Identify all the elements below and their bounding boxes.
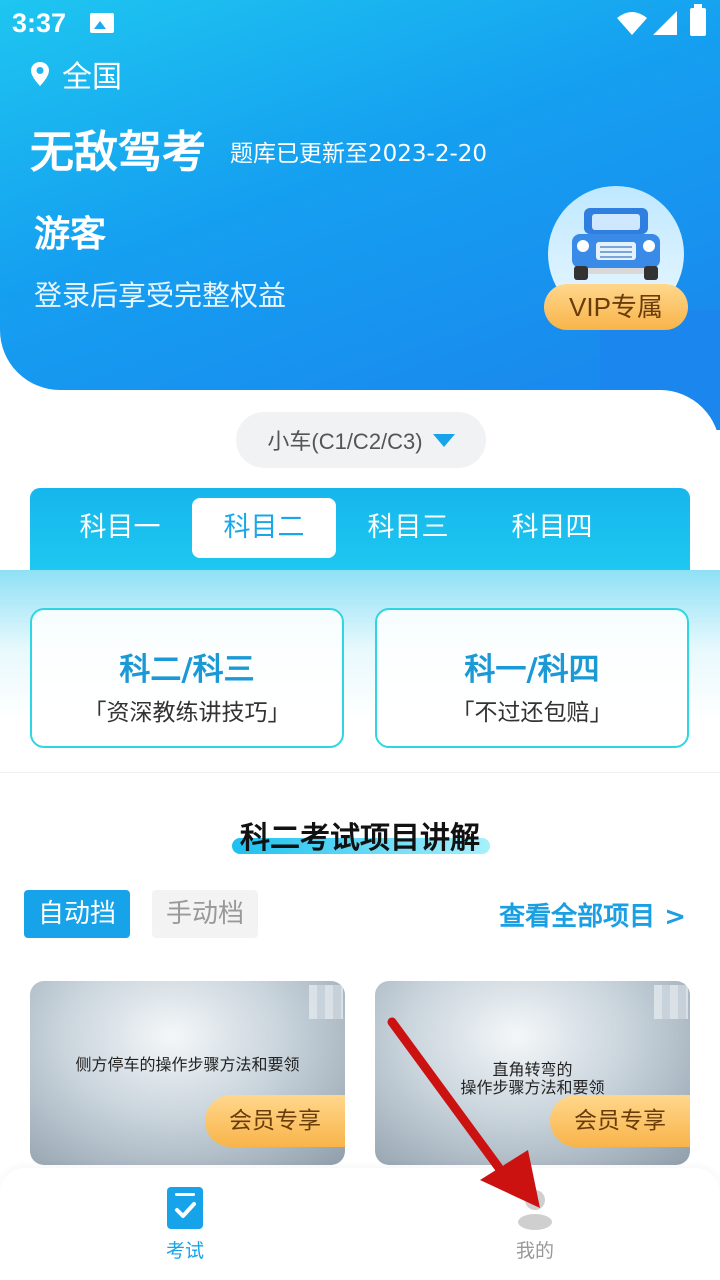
location-selector[interactable]: 全国 [30,52,122,96]
user-profile-icon [518,1190,552,1230]
promo-card-subject2-3[interactable]: 科二/科三 「资深教练讲技巧」 [30,608,344,748]
mosaic-decoration [654,985,688,1019]
bottom-navigation: 考试 我的 [0,1168,720,1280]
divider [0,772,720,773]
image-notification-icon [90,13,114,33]
nav-label: 考试 [165,1240,204,1262]
signal-icon [653,11,677,35]
wifi-icon [617,12,647,35]
manual-gear-button[interactable]: 手动档 [152,890,259,938]
video-card-right-angle-turn[interactable]: 直角转弯的 操作步骤方法和要领 会员专享 [375,981,690,1165]
nav-label: 我的 [515,1240,554,1262]
tab-subject-2[interactable]: 科目二 [192,498,336,558]
promo-title: 科二/科三 [119,652,255,688]
mosaic-decoration [309,985,343,1019]
tab-subject-3[interactable]: 科目三 [336,498,480,558]
exam-checklist-icon [167,1187,203,1229]
location-pin-icon [31,62,49,86]
location-label: 全国 [62,60,122,95]
car-type-dropdown[interactable]: 小车(C1/C2/C3) [236,412,486,468]
user-name[interactable]: 游客 [34,205,106,257]
member-only-badge: 会员专享 [205,1095,345,1147]
status-bar: 3:37 [0,0,720,50]
battery-icon [690,4,706,36]
promo-card-subject1-4[interactable]: 科一/科四 「不过还包赔」 [375,608,689,748]
chevron-down-icon [432,433,455,447]
video-card-parallel-parking[interactable]: 侧方停车的操作步骤方法和要领 会员专享 [30,981,345,1165]
app-title: 无敌驾考 [30,127,206,178]
automatic-gear-button[interactable]: 自动挡 [24,890,131,938]
tab-subject-4[interactable]: 科目四 [480,498,624,558]
subject-tabs: 科目一 科目二 科目三 科目四 [30,488,690,570]
promo-subtitle: 「不过还包赔」 [451,700,613,726]
promo-title: 科一/科四 [464,652,600,688]
login-hint[interactable]: 登录后享受完整权益 [34,274,286,314]
section-title: 科二考试项目讲解 [0,813,720,857]
update-notice: 题库已更新至2023-2-20 [230,141,488,167]
promo-subtitle: 「资深教练讲技巧」 [83,700,291,726]
section-title-text: 科二考试项目讲解 [240,821,480,856]
nav-exam[interactable]: 考试 [135,1186,235,1263]
car-type-label: 小车(C1/C2/C3) [267,429,423,454]
view-all-link[interactable]: 查看全部项目 > [499,896,686,933]
tab-subject-1[interactable]: 科目一 [48,498,192,558]
car-icon [572,208,660,280]
vip-entry[interactable]: VIP专属 [544,186,690,336]
vip-badge: VIP专属 [544,284,688,330]
nav-mine[interactable]: 我的 [485,1186,585,1263]
video-caption: 侧方停车的操作步骤方法和要领 [75,1055,300,1074]
member-only-badge: 会员专享 [550,1095,690,1147]
status-time: 3:37 [12,8,67,38]
